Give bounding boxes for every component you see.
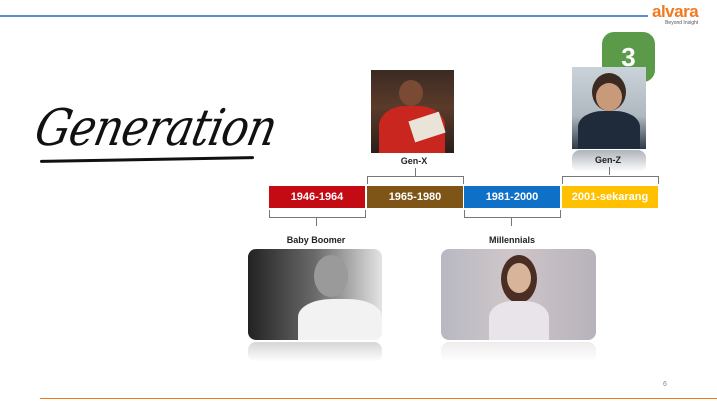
label-millennials: Millennials (488, 235, 535, 245)
slide-title: Generation (29, 99, 282, 158)
page-number: 6 (663, 381, 667, 388)
millennials-photo (441, 249, 596, 340)
baby-boomer-photo (248, 249, 382, 340)
period-2001-sekarang: 2001-sekarang (562, 186, 658, 208)
logo-wordmark: alvara (652, 2, 699, 21)
genz-scarf (578, 111, 640, 149)
bottom-divider (40, 398, 717, 399)
top-divider (0, 15, 648, 17)
genx-head (399, 80, 423, 106)
genz-face (596, 83, 622, 111)
bracket-gen-z (562, 176, 659, 184)
genx-photo (371, 70, 454, 153)
genz-photo (572, 67, 646, 149)
label-gen-x: Gen-X (400, 156, 428, 166)
bracket-baby-boomer (269, 210, 366, 218)
period-1946-1964: 1946-1964 (269, 186, 365, 208)
label-baby-boomer: Baby Boomer (286, 235, 346, 245)
millennial-face (507, 263, 531, 293)
boomer-shirt (298, 299, 382, 340)
alvara-logo: alvara Beyond Insight (652, 2, 699, 26)
label-gen-z: Gen-Z (595, 155, 621, 165)
bracket-millennials (464, 210, 561, 218)
millennial-dress (489, 301, 549, 340)
period-1981-2000: 1981-2000 (464, 186, 560, 208)
boomer-head (314, 255, 348, 297)
tick-baby-boomer (316, 218, 317, 226)
baby-boomer-reflection (248, 342, 382, 362)
period-1965-1980: 1965-1980 (367, 186, 463, 208)
tick-gen-z (609, 167, 610, 175)
bracket-gen-x (367, 176, 464, 184)
tick-millennials (511, 218, 512, 226)
millennials-reflection (441, 342, 596, 362)
tick-gen-x (415, 168, 416, 176)
